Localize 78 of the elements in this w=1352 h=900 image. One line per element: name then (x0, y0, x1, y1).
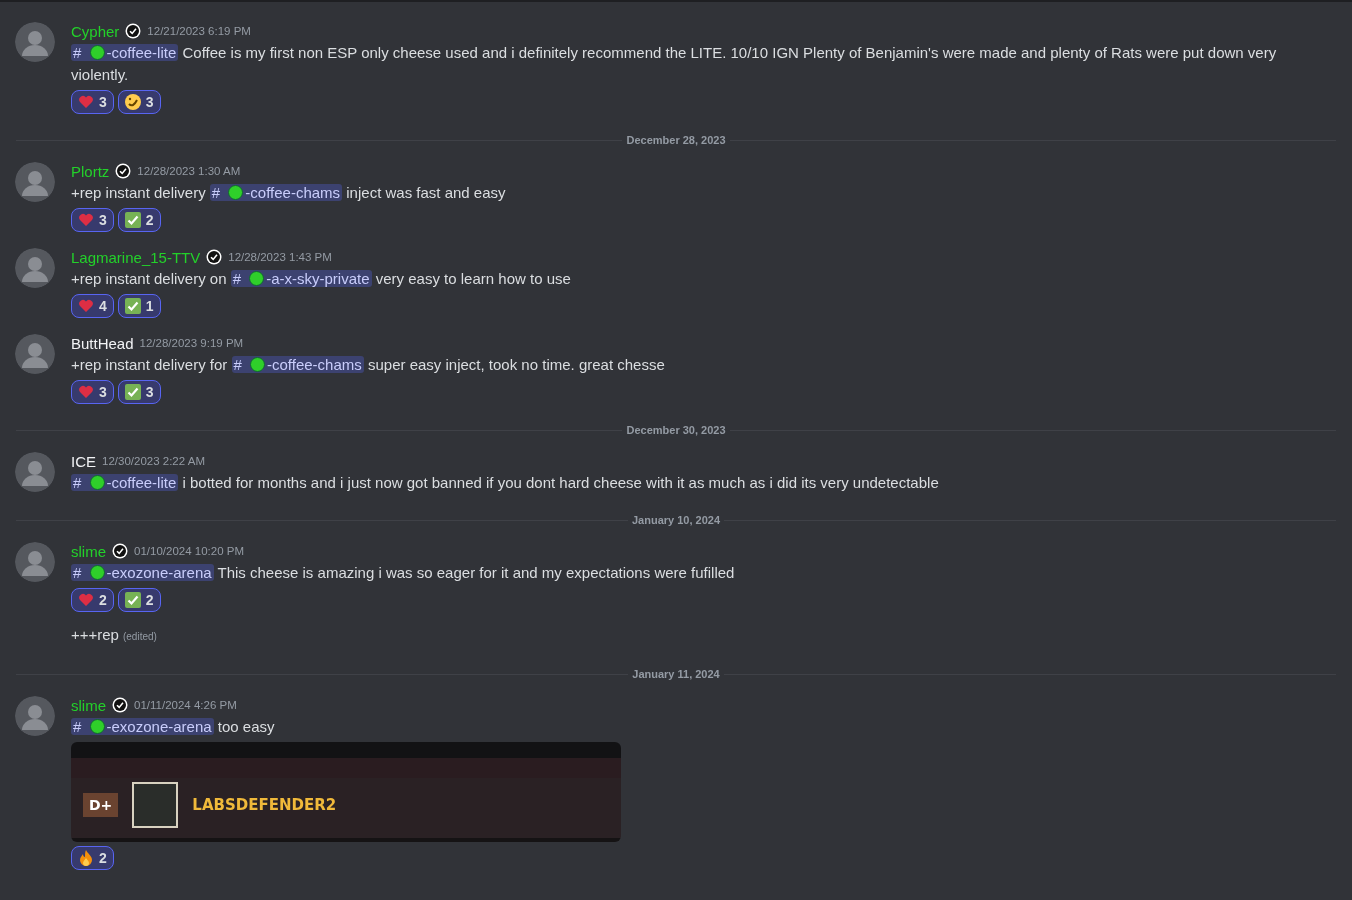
circle-emoji-icon (249, 271, 265, 286)
circle-emoji-icon (89, 45, 105, 60)
message-text: # -exozone-arena This cheese is amazing i was so eager for it and my expectations were fufilled (71, 563, 736, 583)
avatar[interactable] (15, 452, 55, 492)
reaction-button[interactable]: 2 (71, 588, 114, 612)
channel-mention[interactable]: # -coffee-lite (71, 44, 179, 61)
player-portrait (132, 782, 179, 828)
timestamp: 12/21/2023 6:19 PM (147, 25, 251, 37)
message-text: +rep instant delivery # -coffee-chams inject was fast and easy (71, 183, 507, 203)
circle-emoji-icon (89, 475, 105, 490)
avatar[interactable] (15, 22, 55, 62)
channel-mention[interactable]: # -exozone-arena (71, 564, 214, 581)
heart-icon (78, 212, 94, 228)
reaction-button[interactable]: 3 (71, 380, 114, 404)
timestamp: 12/28/2023 1:43 PM (228, 251, 332, 263)
date-divider: January 10, 2024 (630, 514, 722, 526)
username[interactable]: Plortz (71, 162, 110, 180)
heart-icon (78, 384, 94, 400)
timestamp: 01/10/2024 10:20 PM (134, 545, 244, 557)
circle-emoji-icon (228, 185, 244, 200)
avatar[interactable] (15, 696, 55, 736)
reaction-button[interactable]: 3 (117, 90, 161, 114)
verified-badge-icon (115, 163, 132, 179)
timestamp: 12/28/2023 9:19 PM (139, 337, 244, 349)
username[interactable]: Cypher (71, 22, 120, 40)
timestamp: 12/30/2023 2:22 AM (102, 455, 205, 467)
reaction-button[interactable]: 3 (71, 208, 114, 232)
message-text: # -exozone-arena too easy (71, 717, 276, 737)
username[interactable]: Lagmarine_15-TTV (71, 248, 201, 266)
date-divider: January 11, 2024 (631, 668, 721, 680)
laughing-face-icon (124, 94, 141, 110)
avatar[interactable] (15, 162, 55, 202)
reaction-button[interactable]: 4 (71, 294, 114, 318)
message-text: # -coffee-lite i botted for months and i just now got banned if you dont hard cheese with it as much as i did its very undetectable (71, 473, 940, 493)
circle-emoji-icon (89, 565, 105, 580)
verified-badge-icon (206, 249, 223, 265)
verified-badge-icon (125, 23, 142, 39)
reaction-button[interactable]: 2 (71, 846, 114, 870)
channel-mention[interactable]: # -a-x-sky-private (230, 270, 372, 287)
game-screenshot[interactable]: D+ LABSDEFENDER2 (71, 742, 621, 842)
timestamp: 12/28/2023 1:30 AM (137, 165, 241, 177)
player-name: LABSDEFENDER2 (192, 796, 337, 814)
message-text: +++rep (edited) (71, 625, 158, 645)
check-icon (124, 212, 141, 228)
heart-icon (78, 94, 94, 110)
timestamp: 01/11/2024 4:26 PM (134, 699, 237, 711)
verified-badge-icon (112, 543, 128, 559)
username[interactable]: ICE (71, 452, 96, 470)
fire-icon (78, 850, 94, 866)
channel-mention[interactable]: # -coffee-chams (209, 184, 343, 201)
channel-mention[interactable]: # -exozone-arena (71, 718, 214, 735)
message-text: +rep instant delivery on # -a-x-sky-private very easy to learn how to use (71, 269, 572, 289)
check-icon (124, 384, 141, 400)
date-divider: December 30, 2023 (625, 424, 727, 436)
channel-mention[interactable]: # -coffee-lite (71, 474, 179, 491)
avatar[interactable] (15, 334, 55, 374)
rank-badge: D+ (83, 793, 119, 817)
avatar[interactable] (15, 542, 55, 582)
check-icon (124, 298, 141, 314)
reaction-button[interactable]: 3 (71, 90, 114, 114)
check-icon (124, 592, 141, 608)
username[interactable]: ButtHead (71, 334, 134, 352)
username[interactable]: slime (71, 542, 106, 560)
reaction-button[interactable]: 2 (117, 588, 161, 612)
reaction-button[interactable]: 1 (117, 294, 161, 318)
message-text: # -coffee-lite Coffee is my first non ESP only cheese used and i definitely recommend the LITE. 10/10 IGN Plenty of Benjamin's were made and plenty of Rats were put down very violently. (71, 43, 1278, 85)
message-text: +rep instant delivery for # -coffee-chams super easy inject, took no time. great chesse (71, 355, 666, 375)
reaction-button[interactable]: 3 (117, 380, 161, 404)
channel-mention[interactable]: # -coffee-chams (231, 356, 364, 373)
circle-emoji-icon (250, 357, 265, 372)
verified-badge-icon (112, 697, 128, 713)
username[interactable]: slime (71, 696, 106, 714)
reaction-button[interactable]: 2 (117, 208, 161, 232)
circle-emoji-icon (89, 719, 105, 734)
heart-icon (78, 592, 94, 608)
heart-icon (78, 298, 94, 314)
date-divider: December 28, 2023 (625, 134, 727, 146)
avatar[interactable] (15, 248, 55, 288)
